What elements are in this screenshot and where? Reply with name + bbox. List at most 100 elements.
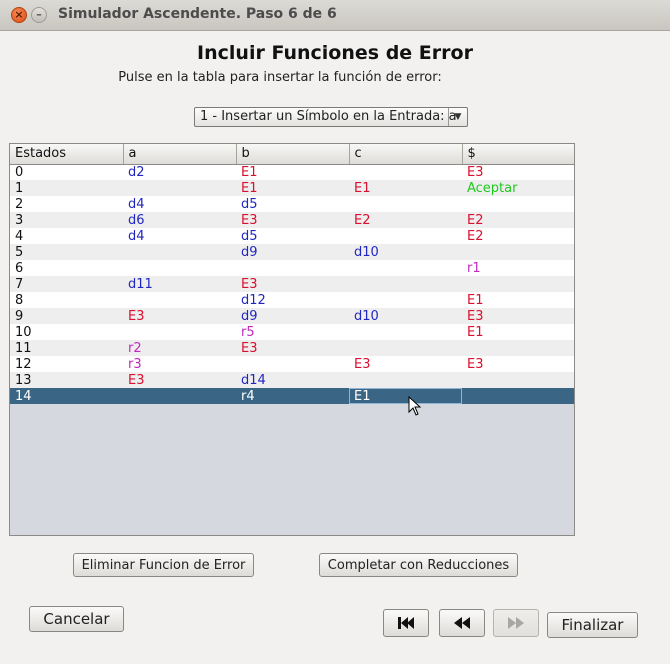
action-cell-a[interactable]: d2 — [123, 164, 236, 180]
table-row[interactable]: 11 r2 E3 — [10, 340, 574, 356]
previous-step-button[interactable] — [439, 609, 485, 637]
action-cell-dollar[interactable] — [462, 244, 574, 260]
action-cell-b[interactable]: d5 — [236, 228, 349, 244]
action-cell-b[interactable]: E3 — [236, 340, 349, 356]
error-function-select[interactable]: 1 - Insertar un Símbolo en la Entrada: a… — [194, 107, 468, 127]
state-cell[interactable]: 3 — [10, 212, 123, 228]
action-cell-dollar[interactable]: E3 — [462, 356, 574, 372]
state-cell[interactable]: 2 — [10, 196, 123, 212]
action-cell-dollar[interactable]: E2 — [462, 212, 574, 228]
action-cell-c[interactable] — [349, 228, 462, 244]
table-row[interactable]: 7 d11 E3 — [10, 276, 574, 292]
table-row[interactable]: 1 E1 E1 Aceptar — [10, 180, 574, 196]
action-cell-c[interactable] — [349, 324, 462, 340]
table-row[interactable]: 0 d2 E1 E3 — [10, 164, 574, 180]
column-header-estados[interactable]: Estados — [10, 144, 124, 165]
table-row[interactable]: 12 r3 E3 E3 — [10, 356, 574, 372]
action-cell-b[interactable]: d12 — [236, 292, 349, 308]
column-header-a[interactable]: a — [123, 144, 237, 165]
action-cell-a[interactable] — [123, 180, 236, 196]
action-cell-b[interactable]: r4 — [236, 388, 349, 404]
first-step-button[interactable] — [383, 609, 429, 637]
action-cell-c[interactable] — [349, 196, 462, 212]
state-cell[interactable]: 10 — [10, 324, 123, 340]
action-cell-b[interactable] — [236, 356, 349, 372]
action-cell-dollar[interactable]: E1 — [462, 292, 574, 308]
action-cell-a[interactable]: d6 — [123, 212, 236, 228]
state-cell[interactable]: 12 — [10, 356, 123, 372]
action-cell-dollar[interactable]: E3 — [462, 308, 574, 324]
action-cell-dollar[interactable] — [462, 196, 574, 212]
finish-button[interactable]: Finalizar — [547, 612, 638, 638]
table-row[interactable]: 2 d4 d5 — [10, 196, 574, 212]
action-cell-a[interactable] — [123, 388, 236, 404]
action-cell-a[interactable]: E3 — [123, 308, 236, 324]
state-cell[interactable]: 5 — [10, 244, 123, 260]
action-cell-dollar[interactable] — [462, 372, 574, 388]
action-cell-b[interactable]: E3 — [236, 276, 349, 292]
chevron-down-icon[interactable]: ▼ — [448, 108, 467, 126]
action-cell-b[interactable]: d5 — [236, 196, 349, 212]
action-cell-c[interactable]: E2 — [349, 212, 462, 228]
action-cell-a[interactable]: d4 — [123, 196, 236, 212]
action-cell-b[interactable]: E3 — [236, 212, 349, 228]
action-cell-c[interactable] — [349, 372, 462, 388]
remove-error-function-button[interactable]: Eliminar Funcion de Error — [73, 553, 254, 577]
action-cell-dollar[interactable] — [462, 276, 574, 292]
action-cell-a[interactable] — [123, 324, 236, 340]
complete-with-reductions-button[interactable]: Completar con Reducciones — [319, 553, 518, 577]
state-cell[interactable]: 0 — [10, 164, 123, 180]
action-cell-dollar[interactable]: E3 — [462, 164, 574, 180]
action-cell-c[interactable]: E3 — [349, 356, 462, 372]
action-cell-b[interactable]: r5 — [236, 324, 349, 340]
state-cell[interactable]: 8 — [10, 292, 123, 308]
state-cell[interactable]: 1 — [10, 180, 123, 196]
column-header-dollar[interactable]: $ — [462, 144, 574, 165]
table-row[interactable]: 4 d4 d5 E2 — [10, 228, 574, 244]
action-cell-a[interactable] — [123, 244, 236, 260]
state-cell[interactable]: 11 — [10, 340, 123, 356]
table-row[interactable]: 10 r5 E1 — [10, 324, 574, 340]
close-window-button[interactable]: × — [11, 7, 27, 23]
action-cell-b[interactable]: E1 — [236, 164, 349, 180]
table-row[interactable]: 8 d12 E1 — [10, 292, 574, 308]
action-cell-a[interactable]: d4 — [123, 228, 236, 244]
action-cell-a[interactable]: d11 — [123, 276, 236, 292]
action-cell-dollar[interactable] — [462, 340, 574, 356]
action-cell-a[interactable]: E3 — [123, 372, 236, 388]
action-cell-c[interactable] — [349, 260, 462, 276]
table-row[interactable]: 5 d9 d10 — [10, 244, 574, 260]
action-cell-dollar[interactable] — [462, 388, 574, 404]
action-cell-c[interactable] — [349, 164, 462, 180]
state-cell[interactable]: 7 — [10, 276, 123, 292]
action-cell-c[interactable]: d10 — [349, 308, 462, 324]
table-row[interactable]: 13 E3 d14 — [10, 372, 574, 388]
action-cell-dollar[interactable]: Aceptar — [462, 180, 574, 196]
table-row[interactable]: 6 r1 — [10, 260, 574, 276]
column-header-c[interactable]: c — [349, 144, 463, 165]
action-cell-a[interactable]: r3 — [123, 356, 236, 372]
state-cell[interactable]: 4 — [10, 228, 123, 244]
table-row[interactable]: 3 d6 E3 E2 E2 — [10, 212, 574, 228]
action-cell-a[interactable] — [123, 260, 236, 276]
action-cell-c[interactable] — [349, 292, 462, 308]
state-cell[interactable]: 9 — [10, 308, 123, 324]
action-cell-dollar[interactable]: r1 — [462, 260, 574, 276]
action-cell-b[interactable]: d14 — [236, 372, 349, 388]
action-cell-a[interactable]: r2 — [123, 340, 236, 356]
column-header-b[interactable]: b — [236, 144, 350, 165]
parsing-table[interactable]: Estados a b c $ 0 d2 E1 E3 1 E1 E1 Aceptar 2 d4 d5… — [9, 143, 575, 536]
action-cell-c[interactable] — [349, 276, 462, 292]
action-cell-c[interactable]: E1 — [349, 180, 462, 196]
cancel-button[interactable]: Cancelar — [29, 606, 124, 632]
action-cell-b[interactable]: E1 — [236, 180, 349, 196]
state-cell[interactable]: 14 — [10, 388, 123, 404]
action-cell-b[interactable] — [236, 260, 349, 276]
state-cell[interactable]: 13 — [10, 372, 123, 388]
next-step-button[interactable] — [493, 609, 539, 637]
action-cell-dollar[interactable]: E1 — [462, 324, 574, 340]
action-cell-dollar[interactable]: E2 — [462, 228, 574, 244]
action-cell-b[interactable]: d9 — [236, 308, 349, 324]
state-cell[interactable]: 6 — [10, 260, 123, 276]
action-cell-c[interactable]: d10 — [349, 244, 462, 260]
